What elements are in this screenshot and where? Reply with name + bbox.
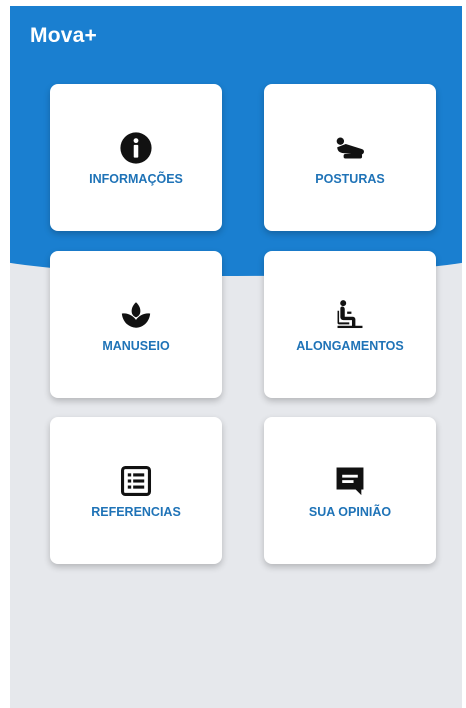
spa-icon [121, 302, 151, 328]
menu-tile-label: POSTURAS [315, 172, 385, 186]
comment-icon [336, 467, 364, 496]
menu-tile-sua-opiniao[interactable]: SUA OPINIÃO [264, 417, 436, 564]
menu-tile-manuseio[interactable]: MANUSEIO [50, 251, 222, 398]
menu-tile-label: REFERENCIAS [91, 505, 181, 519]
menu-tile-label: ALONGAMENTOS [296, 339, 404, 353]
menu-tile-posturas[interactable]: POSTURAS [264, 84, 436, 231]
menu-tile-alongamentos[interactable]: ALONGAMENTOS [264, 251, 436, 398]
menu-tile-label: SUA OPINIÃO [308, 505, 392, 519]
info-icon [120, 132, 152, 164]
menu-tile-label: INFORMAÇÕES [89, 172, 183, 186]
app-screen: Mova+ INFORMAÇÕES POSTURAS MANUSEIO ALON… [10, 6, 462, 708]
seated-person-icon [337, 300, 363, 329]
app-title: Mova+ [30, 24, 97, 47]
menu-tile-label: MANUSEIO [102, 339, 170, 353]
list-icon [120, 465, 152, 497]
menu-tile-referencias[interactable]: REFERENCIAS [50, 417, 222, 564]
menu-tile-informacoes[interactable]: INFORMAÇÕES [50, 84, 222, 231]
app-bar: Mova+ [10, 6, 462, 70]
posture-icon [336, 137, 364, 159]
menu-grid: INFORMAÇÕES POSTURAS MANUSEIO ALONGAMENT… [10, 6, 462, 708]
